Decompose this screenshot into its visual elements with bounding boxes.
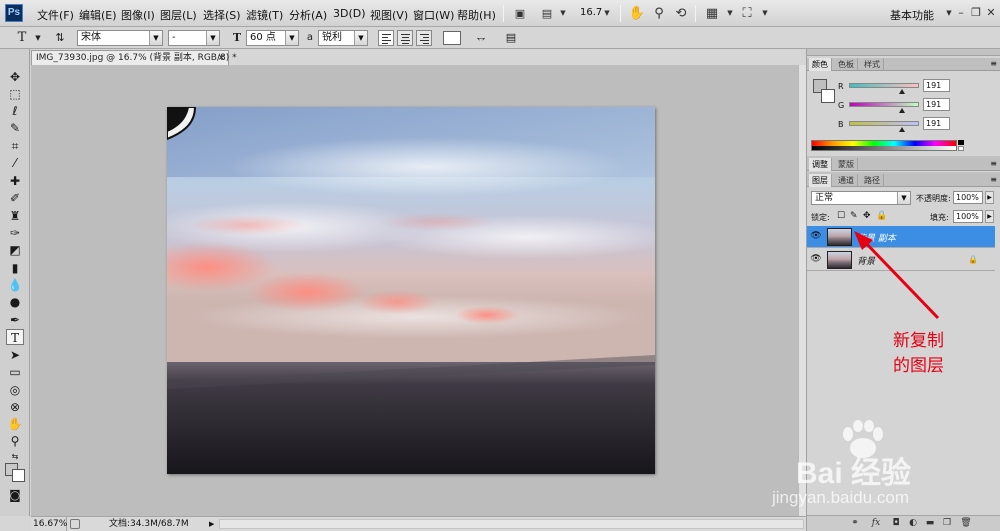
watermark-brand: Bai 经验 [796, 457, 912, 490]
baidu-watermark: Bai 经验 jingyan.baidu.com [770, 420, 970, 520]
annotation-text: 新复制 的图层 [893, 329, 978, 379]
watermark-url: jingyan.baidu.com [772, 488, 910, 507]
annotation-line-1: 新复制 [893, 331, 944, 351]
annotation-line-2: 的图层 [893, 356, 944, 376]
